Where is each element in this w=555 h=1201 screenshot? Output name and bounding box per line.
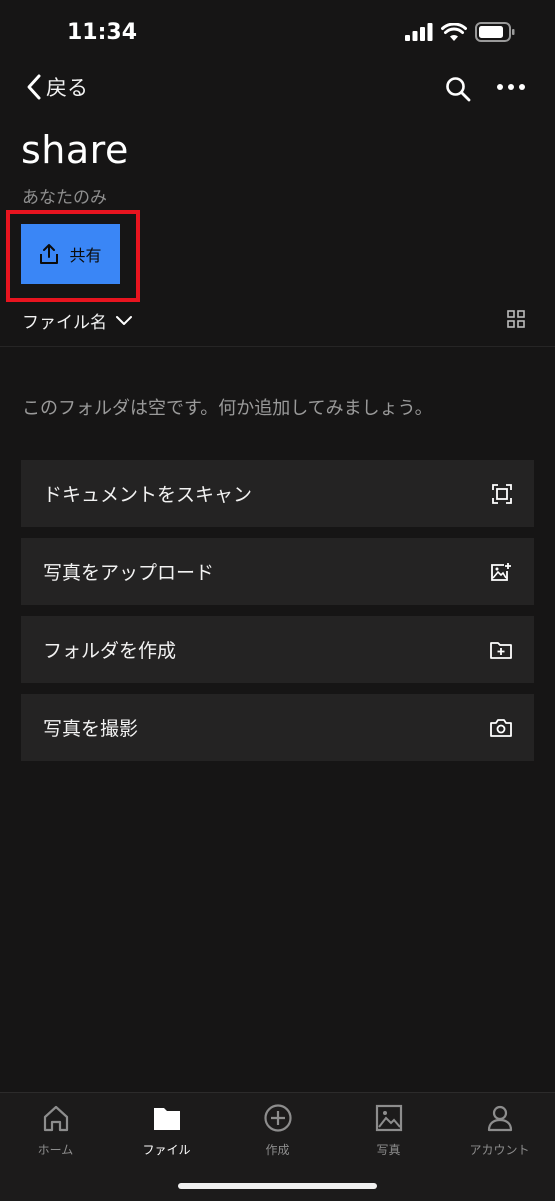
plus-circle-icon (263, 1104, 292, 1132)
share-button-label: 共有 (69, 246, 102, 265)
upload-photo-button[interactable]: 写真をアップロード (21, 538, 534, 605)
tab-photos[interactable]: 写真 (333, 1103, 444, 1158)
status-icons (405, 22, 515, 42)
chevron-left-icon (27, 74, 41, 100)
tab-label: アカウント (469, 1143, 530, 1157)
status-time: 11:34 (67, 20, 138, 45)
image-upload-icon (491, 562, 511, 581)
chevron-down-icon (116, 315, 132, 325)
folder-visibility: あなたのみ (22, 188, 107, 208)
scan-icon (492, 483, 512, 504)
take-photo-button[interactable]: 写真を撮影 (21, 694, 534, 761)
photo-icon (375, 1104, 402, 1132)
tab-home[interactable]: ホーム (0, 1103, 111, 1158)
tab-create[interactable]: 作成 (222, 1103, 333, 1158)
more-icon (497, 84, 503, 90)
action-label: ドキュメントをスキャン (43, 484, 253, 506)
folder-icon (153, 1108, 180, 1130)
more-button[interactable] (497, 84, 525, 90)
back-label: 戻る (46, 76, 88, 100)
action-label: 写真を撮影 (43, 718, 139, 740)
divider (0, 346, 555, 347)
tab-label: ホーム (37, 1143, 74, 1157)
sort-label: ファイル名 (22, 313, 107, 333)
home-icon (43, 1105, 68, 1132)
scan-document-button[interactable]: ドキュメントをスキャン (21, 460, 534, 527)
share-button[interactable]: 共有 (21, 224, 120, 284)
tab-label: ファイル (142, 1143, 191, 1157)
camera-icon (490, 718, 512, 737)
status-bar: 11:34 (0, 0, 555, 64)
battery-icon (475, 22, 515, 42)
search-button[interactable] (445, 76, 471, 106)
share-upload-icon (40, 244, 59, 264)
signal-icon (405, 23, 433, 41)
grid-icon (507, 310, 525, 328)
action-label: 写真をアップロード (43, 562, 215, 584)
back-button[interactable]: 戻る (24, 72, 88, 102)
nav-bar: 戻る (0, 70, 555, 110)
empty-message: このフォルダは空です。何か追加してみましょう。 (22, 398, 433, 419)
sort-dropdown[interactable]: ファイル名 (22, 308, 133, 333)
tab-label: 作成 (265, 1143, 290, 1157)
grid-view-toggle[interactable] (507, 310, 525, 328)
tab-label: 写真 (376, 1143, 401, 1157)
tab-account[interactable]: アカウント (444, 1103, 555, 1158)
wifi-icon (441, 22, 467, 41)
action-list: ドキュメントをスキャン 写真をアップロード フォルダを作成 写真を撮影 (21, 460, 534, 772)
action-label: フォルダを作成 (43, 640, 177, 662)
page-title: share (21, 128, 129, 172)
home-indicator (178, 1183, 377, 1189)
create-folder-button[interactable]: フォルダを作成 (21, 616, 534, 683)
account-icon (487, 1105, 512, 1132)
tab-files[interactable]: ファイル (111, 1103, 222, 1158)
folder-add-icon (490, 641, 512, 659)
search-icon (446, 77, 471, 102)
